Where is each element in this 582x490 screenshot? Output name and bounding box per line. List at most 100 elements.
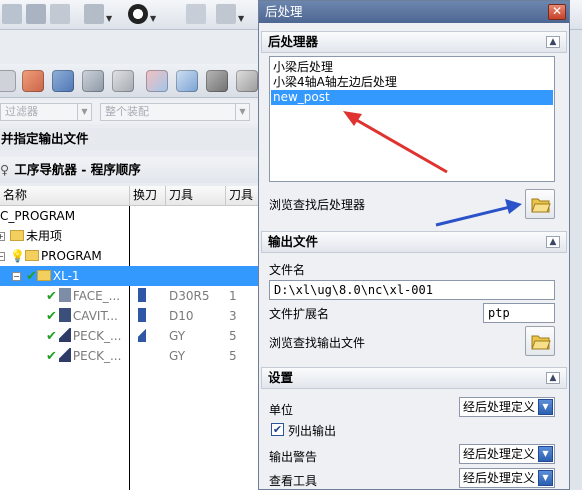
outfile-caption: 并指定输出文件 (0, 128, 258, 150)
chevron-down-icon: ▼ (235, 104, 249, 120)
check-icon: ✔ (46, 349, 57, 364)
color-icon[interactable] (146, 70, 168, 92)
color-icon[interactable] (82, 70, 104, 92)
type-filter-combo[interactable]: 过滤器 ▼ (0, 103, 92, 121)
tree-row[interactable]: ✔ PECK_... GY 5 (0, 326, 258, 346)
tree-row-label: C_PROGRAM (0, 209, 76, 223)
display-mode-icon[interactable] (128, 4, 148, 24)
column-name[interactable]: 名称 (0, 186, 130, 206)
filename-label: 文件名 (269, 263, 306, 277)
review-tool-value: 经后处理定义 (463, 471, 536, 485)
list-item[interactable]: 小梁后处理 (271, 60, 553, 75)
folder-icon (24, 250, 39, 261)
color-icon[interactable] (22, 70, 44, 92)
color-icon[interactable] (112, 70, 134, 92)
tree-row[interactable]: ✔ CAVIT... D10 3 (0, 306, 258, 326)
color-icon[interactable] (206, 70, 228, 92)
check-icon: ✔ (26, 269, 37, 284)
section-title: 设置 (268, 370, 294, 385)
tool-change-icon (138, 308, 146, 322)
collapse-icon[interactable]: ▲ (546, 236, 560, 248)
output-file-section-header[interactable]: 输出文件 ▲ (261, 231, 567, 253)
check-icon: ✔ (46, 289, 57, 304)
chevron-down-icon: ▼ (538, 446, 553, 462)
warning-label: 输出警告 (269, 450, 318, 464)
transform-icon[interactable] (216, 4, 236, 24)
machine-icon[interactable] (84, 4, 104, 24)
tree-row[interactable]: ✔ PECK_... GY 5 (0, 346, 258, 366)
collapse-icon[interactable]: − (12, 272, 21, 281)
tree-row-label: XL-1 (52, 269, 80, 283)
pin-icon[interactable]: ♀ (0, 157, 10, 183)
dialog-title: 后处理 (265, 4, 303, 19)
column-tool-change[interactable]: 换刀 (130, 186, 166, 206)
verify-icon[interactable] (186, 4, 206, 24)
column-tool-number[interactable]: 刀具 (226, 186, 258, 206)
warning-dropdown[interactable]: 经后处理定义 ▼ (459, 444, 555, 464)
tree-row[interactable]: − 💡 PROGRAM (0, 246, 258, 266)
filename-input[interactable]: D:\xl\ug\8.0\nc\xl-001 (269, 280, 555, 300)
tool-number-cell: 1 (229, 289, 237, 303)
browse-postprocessor-button[interactable] (525, 189, 555, 219)
close-button[interactable]: ✕ (548, 4, 566, 20)
lightbulb-icon: 💡 (10, 249, 25, 263)
review-tool-label: 查看工具 (269, 474, 318, 488)
factory-icon[interactable] (50, 4, 70, 24)
tree-row-label: CAVIT... (72, 309, 118, 323)
open-folder-icon (531, 335, 551, 350)
browse-output-button[interactable] (525, 326, 555, 356)
tool-number-cell: 3 (229, 309, 237, 323)
tree-row[interactable]: + 未用项 (0, 226, 258, 246)
cube-icon[interactable] (2, 4, 22, 24)
chevron-down-icon[interactable]: ▼ (106, 14, 112, 23)
tool-cell: GY (169, 349, 186, 363)
postprocessor-listbox[interactable]: 小梁后处理 小梁4轴A轴左边后处理 new_post (269, 56, 555, 182)
tree-row-label: PECK_... (72, 329, 122, 343)
color-icon[interactable] (236, 70, 258, 92)
postprocess-dialog: 后处理 ✕ 后处理器 ▲ 小梁后处理 小梁4轴A轴左边后处理 new_post … (258, 0, 570, 490)
tree-row-label: PECK_... (72, 349, 122, 363)
collapse-icon[interactable]: ▲ (546, 36, 560, 48)
warning-value: 经后处理定义 (463, 447, 536, 461)
tool-number-cell: 5 (229, 349, 237, 363)
review-tool-dropdown[interactable]: 经后处理定义 ▼ (459, 468, 555, 488)
assembly-combo[interactable]: 整个装配 ▼ (100, 103, 250, 121)
unit-dropdown[interactable]: 经后处理定义 ▼ (459, 397, 555, 417)
navigator-title: 工序导航器 - 程序顺序 (14, 162, 141, 177)
open-folder-icon (531, 198, 551, 213)
tree-row-label: FACE_... (72, 289, 121, 303)
chevron-down-icon[interactable]: ▼ (150, 14, 156, 23)
tree-row-selected[interactable]: − ✔ XL-1 (0, 266, 258, 286)
section-title: 后处理器 (268, 34, 319, 49)
extension-input[interactable]: ptp (483, 303, 555, 323)
tree-row[interactable]: C_PROGRAM (0, 206, 258, 226)
list-output-label: 列出输出 (288, 424, 337, 438)
part-icon[interactable] (26, 4, 46, 24)
filter-bar: 过滤器 ▼ 整个装配 ▼ (0, 100, 258, 124)
collapse-icon[interactable]: ▲ (546, 372, 560, 384)
collapse-icon[interactable]: − (0, 252, 5, 261)
extension-label: 文件扩展名 (269, 307, 330, 321)
color-icon[interactable] (176, 70, 198, 92)
folder-icon (10, 230, 24, 241)
dialog-titlebar[interactable]: 后处理 ✕ (259, 1, 569, 23)
chevron-down-icon[interactable]: ▼ (238, 14, 244, 23)
tool-icon[interactable] (0, 70, 16, 92)
section-title: 输出文件 (268, 234, 319, 249)
check-icon: ✔ (272, 423, 283, 436)
folder-icon (36, 270, 51, 281)
column-tool[interactable]: 刀具 (166, 186, 226, 206)
settings-section-header[interactable]: 设置 ▲ (261, 367, 567, 389)
browse-post-label: 浏览查找后处理器 (269, 198, 366, 212)
operation-navigator-grid: 名称 换刀 刀具 刀具 C_PROGRAM + 未用项 − 💡 PROGRAM −… (0, 186, 258, 490)
list-item[interactable]: 小梁4轴A轴左边后处理 (271, 75, 553, 90)
color-icon[interactable] (52, 70, 74, 92)
chevron-down-icon: ▼ (538, 399, 553, 415)
expand-icon[interactable]: + (0, 232, 5, 241)
tree-row[interactable]: ✔ FACE_... D30R5 1 (0, 286, 258, 306)
postprocessor-section-header[interactable]: 后处理器 ▲ (261, 31, 567, 53)
list-item-selected[interactable]: new_post (271, 90, 553, 105)
list-output-checkbox[interactable]: ✔ (271, 423, 284, 436)
tool-change-icon (138, 328, 146, 342)
tool-cell: GY (169, 329, 186, 343)
